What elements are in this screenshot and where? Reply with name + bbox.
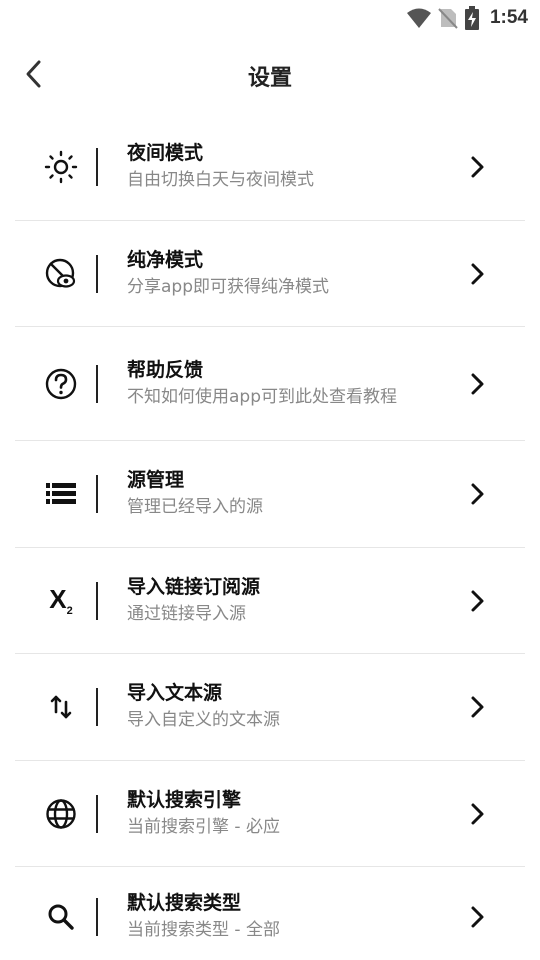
chevron-right-icon <box>465 262 489 286</box>
item-subtitle: 管理已经导入的源 <box>127 497 263 517</box>
item-title: 导入文本源 <box>127 682 223 704</box>
app-bar: 设置 <box>0 36 540 112</box>
chevron-right-icon <box>465 589 489 613</box>
battery-charging-icon <box>464 6 479 30</box>
item-subtitle: 通过链接导入源 <box>127 603 246 624</box>
item-title: 帮助反馈 <box>127 358 204 381</box>
chevron-right-icon <box>465 155 489 179</box>
help-circle-icon <box>43 366 79 402</box>
item-divider <box>96 898 98 936</box>
setting-import-text-source[interactable]: 导入文本源 导入自定义的文本源 <box>15 654 525 761</box>
setting-pure-mode[interactable]: 纯净模式 分享app即可获得纯净模式 <box>15 221 525 327</box>
item-divider <box>96 364 98 403</box>
item-subtitle: 不知如何使用app可到此处查看教程 <box>127 386 397 407</box>
chevron-right-icon <box>465 482 489 506</box>
subscript-icon: X2 <box>49 583 73 618</box>
globe-icon <box>43 796 79 832</box>
item-title: 源管理 <box>127 469 185 491</box>
item-divider <box>96 254 98 293</box>
item-title: 夜间模式 <box>127 142 204 164</box>
list-icon <box>43 476 79 512</box>
item-subtitle: 分享app即可获得纯净模式 <box>127 276 329 297</box>
item-title: 导入链接订阅源 <box>127 575 261 598</box>
brightness-icon <box>43 149 79 185</box>
item-divider <box>96 794 98 833</box>
item-subtitle: 自由切换白天与夜间模式 <box>127 170 314 190</box>
chevron-right-icon <box>465 372 489 396</box>
setting-night-mode[interactable]: 夜间模式 自由切换白天与夜间模式 <box>15 114 525 221</box>
item-title: 默认搜索类型 <box>127 892 242 914</box>
chevron-right-icon <box>465 802 489 826</box>
setting-source-management[interactable]: 源管理 管理已经导入的源 <box>15 441 525 548</box>
status-icons: 1:54 <box>406 6 528 30</box>
item-subtitle: 当前搜索类型 - 全部 <box>127 920 280 940</box>
settings-list: 夜间模式 自由切换白天与夜间模式 纯净模式 分享app即可获得纯净模式 帮助反馈… <box>15 114 525 960</box>
item-divider <box>96 581 98 620</box>
item-subtitle: 当前搜索引擎 - 必应 <box>127 816 280 837</box>
item-divider <box>96 688 98 726</box>
no-sim-icon <box>438 8 458 29</box>
chevron-right-icon <box>465 695 489 719</box>
setting-import-link-source[interactable]: X2 导入链接订阅源 通过链接导入源 <box>15 548 525 654</box>
item-divider <box>96 475 98 513</box>
setting-default-search-type[interactable]: 默认搜索类型 当前搜索类型 - 全部 <box>15 867 525 960</box>
setting-default-search-engine[interactable]: 默认搜索引擎 当前搜索引擎 - 必应 <box>15 761 525 867</box>
chevron-right-icon <box>465 905 489 929</box>
eye-off-icon <box>43 256 79 292</box>
search-icon <box>43 899 79 935</box>
item-subtitle: 导入自定义的文本源 <box>127 710 280 730</box>
item-title: 默认搜索引擎 <box>127 788 242 811</box>
page-title: 设置 <box>247 66 292 91</box>
item-title: 纯净模式 <box>127 248 204 271</box>
item-divider <box>96 148 98 186</box>
setting-help-feedback[interactable]: 帮助反馈 不知如何使用app可到此处查看教程 <box>15 327 525 441</box>
status-bar: 1:54 <box>0 0 540 36</box>
status-time: 1:54 <box>489 7 528 28</box>
wifi-icon <box>406 8 431 28</box>
swap-vertical-icon <box>43 689 79 725</box>
